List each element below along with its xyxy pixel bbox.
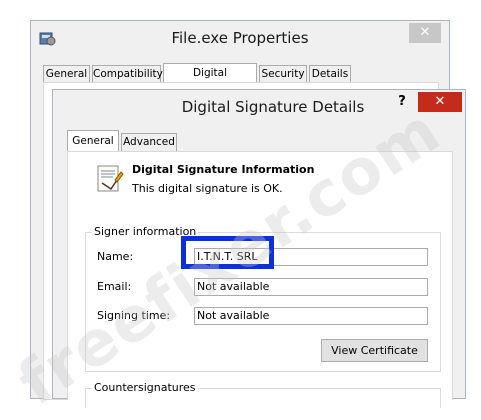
name-highlight-box — [181, 236, 274, 269]
signing-time-field[interactable]: Not available — [194, 307, 428, 325]
signature-info-title: Digital Signature Information — [132, 163, 315, 176]
tab-security[interactable]: Security — [259, 65, 307, 82]
tab-general[interactable]: General — [43, 65, 90, 82]
countersignatures-group: Countersignatures — [85, 381, 441, 408]
tab-details[interactable]: Details — [309, 65, 351, 82]
file-properties-titlebar: File.exe Properties ✕ — [31, 21, 449, 59]
signature-status-text: This digital signature is OK. — [132, 182, 283, 195]
countersignatures-legend: Countersignatures — [92, 381, 198, 394]
email-label: Email: — [97, 280, 132, 293]
name-label: Name: — [97, 250, 134, 263]
tab-advanced[interactable]: Advanced — [121, 133, 177, 152]
signature-details-title: Digital Signature Details — [181, 98, 365, 116]
signature-details-close-button[interactable]: ✕ — [418, 92, 462, 112]
tab-digital-signatures[interactable]: Digital Signatures — [163, 63, 257, 98]
email-field[interactable]: Not available — [194, 278, 428, 296]
help-button[interactable]: ? — [394, 93, 410, 111]
file-properties-title: File.exe Properties — [171, 29, 309, 47]
tab-general[interactable]: General — [67, 130, 119, 152]
view-certificate-button[interactable]: View Certificate — [321, 339, 428, 362]
tab-compatibility[interactable]: Compatibility — [92, 65, 163, 82]
signing-time-label: Signing time: — [97, 309, 171, 322]
general-panel: Digital Signature Information This digit… — [67, 151, 453, 408]
file-properties-close-button[interactable]: ✕ — [409, 23, 441, 43]
certificate-icon — [97, 165, 124, 192]
